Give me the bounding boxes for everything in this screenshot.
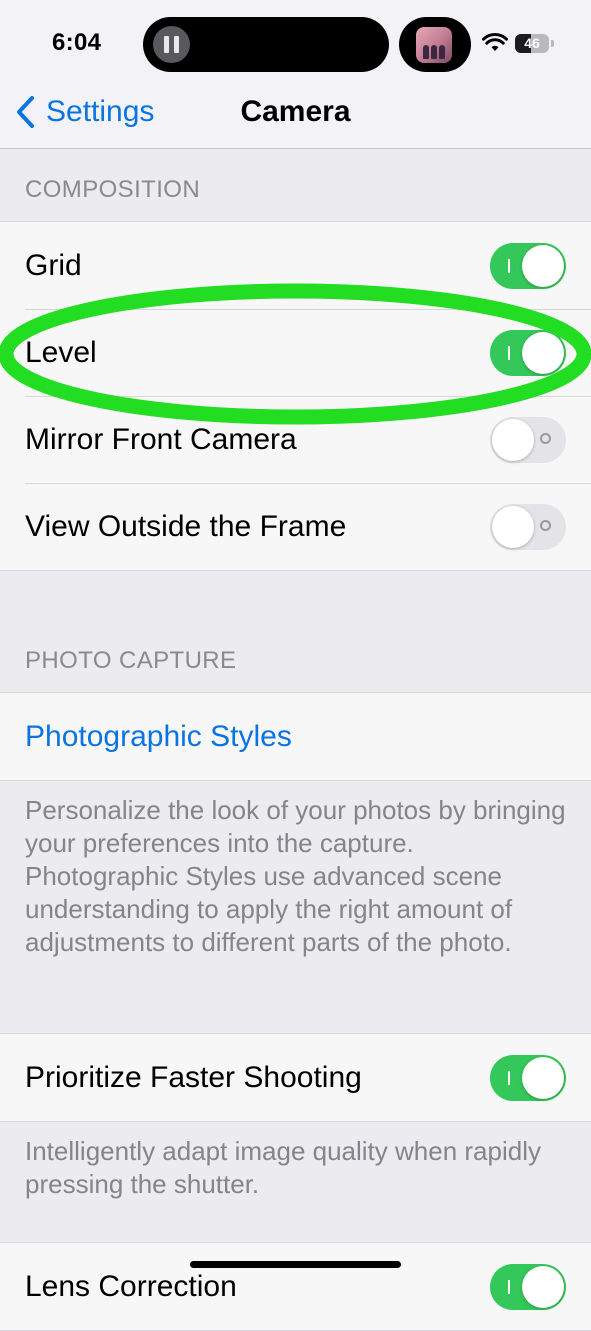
battery-icon: 46	[515, 34, 549, 53]
setting-label: View Outside the Frame	[25, 510, 347, 543]
chevron-left-icon	[17, 96, 34, 128]
app-thumbnail-icon	[416, 27, 452, 63]
home-indicator[interactable]	[190, 1261, 401, 1268]
toggle-knob	[492, 506, 534, 548]
setting-row-grid: Grid	[0, 222, 591, 309]
toggle-on-indicator	[508, 259, 510, 273]
photographic-styles-group: Photographic Styles	[0, 692, 591, 781]
setting-label: Mirror Front Camera	[25, 423, 297, 456]
view-outside-frame-toggle[interactable]	[490, 504, 566, 550]
toggle-off-indicator	[540, 520, 551, 531]
back-button-label: Settings	[46, 95, 155, 128]
setting-label: Grid	[25, 249, 82, 282]
photographic-styles-footer: Personalize the look of your photos by b…	[25, 795, 566, 957]
composition-group: Grid Level Mirror Front Camera View Outs…	[0, 221, 591, 571]
toggle-on-indicator	[508, 1071, 510, 1085]
grid-toggle[interactable]	[490, 243, 566, 289]
toggle-knob	[492, 419, 534, 461]
dynamic-island[interactable]	[143, 17, 389, 72]
dynamic-island-app[interactable]	[399, 17, 471, 72]
pause-icon[interactable]	[153, 26, 190, 63]
toggle-off-indicator	[540, 433, 551, 444]
section-header-photo-capture: PHOTO CAPTURE	[25, 647, 237, 674]
lens-correction-group: Lens Correction	[0, 1242, 591, 1331]
prioritize-faster-shooting-toggle[interactable]	[490, 1055, 566, 1101]
setting-label: Level	[25, 336, 97, 369]
wifi-icon	[482, 33, 508, 51]
setting-label: Prioritize Faster Shooting	[25, 1061, 362, 1094]
setting-row-view-outside-frame: View Outside the Frame	[0, 483, 591, 570]
status-time: 6:04	[52, 29, 102, 56]
setting-row-prioritize-faster-shooting: Prioritize Faster Shooting	[0, 1034, 591, 1121]
status-bar: 6:04 46	[0, 0, 591, 90]
level-toggle[interactable]	[490, 330, 566, 376]
faster-shooting-footer: Intelligently adapt image quality when r…	[25, 1136, 541, 1199]
toggle-knob	[522, 1266, 564, 1308]
setting-label: Lens Correction	[25, 1270, 237, 1303]
section-header-composition: COMPOSITION	[25, 176, 201, 203]
battery-level: 46	[524, 35, 540, 51]
photographic-styles-row[interactable]: Photographic Styles	[0, 693, 591, 780]
battery-nub	[551, 40, 554, 47]
toggle-on-indicator	[508, 346, 510, 360]
setting-row-mirror-front-camera: Mirror Front Camera	[0, 396, 591, 483]
toggle-on-indicator	[508, 1280, 510, 1294]
faster-shooting-group: Prioritize Faster Shooting	[0, 1033, 591, 1122]
photographic-styles-link[interactable]: Photographic Styles	[25, 693, 292, 780]
setting-row-level: Level	[0, 309, 591, 396]
setting-row-lens-correction: Lens Correction	[0, 1243, 591, 1330]
back-button[interactable]: Settings	[12, 90, 154, 134]
lens-correction-toggle[interactable]	[490, 1264, 566, 1310]
mirror-front-camera-toggle[interactable]	[490, 417, 566, 463]
toggle-knob	[522, 332, 564, 374]
toggle-knob	[522, 245, 564, 287]
toggle-knob	[522, 1057, 564, 1099]
navigation-bar: Camera Settings	[0, 90, 591, 149]
